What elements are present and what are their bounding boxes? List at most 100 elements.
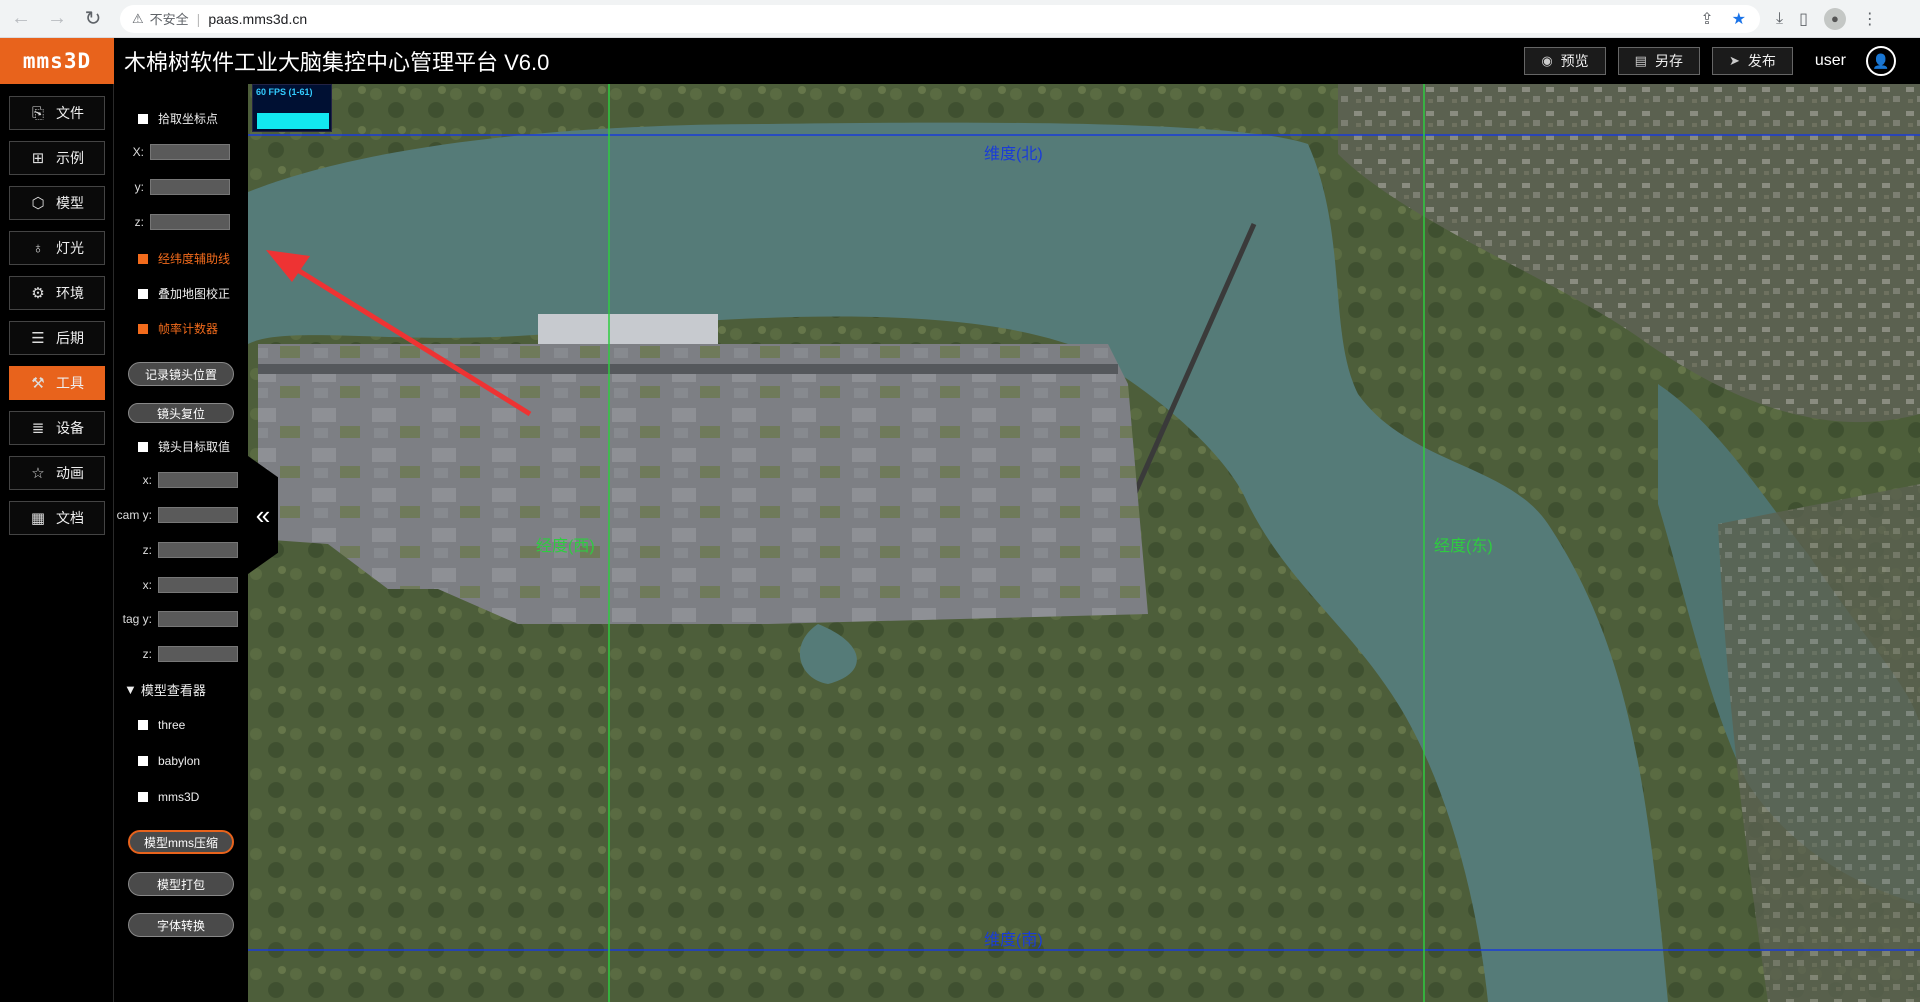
sidebar-item-examples[interactable]: ⊞ 示例 bbox=[9, 141, 105, 175]
pick-x-row: X: bbox=[130, 144, 230, 160]
latlng-guide-toggle[interactable]: 经纬度辅助线 bbox=[138, 250, 230, 267]
model-pack-button[interactable]: 模型打包 bbox=[128, 872, 234, 896]
eye-icon: ◉ bbox=[1541, 53, 1553, 68]
bookmark-star-icon[interactable]: ★ bbox=[1732, 9, 1746, 29]
preview-button[interactable]: ◉ 预览 bbox=[1524, 47, 1606, 75]
security-label: 不安全 bbox=[149, 12, 189, 27]
pick-z-row: z: bbox=[130, 214, 230, 230]
logo: mms3D bbox=[0, 38, 114, 84]
save-as-button[interactable]: ▤ 另存 bbox=[1617, 47, 1700, 75]
save-icon: ▤ bbox=[1634, 53, 1647, 68]
viewer-babylon-toggle[interactable]: babylon bbox=[138, 754, 200, 768]
profile-icon[interactable]: ● bbox=[1823, 7, 1846, 30]
checkbox[interactable] bbox=[138, 113, 148, 124]
menu-kebab-icon[interactable]: ⋮ bbox=[1862, 9, 1878, 29]
mms-compress-button[interactable]: 模型mms压缩 bbox=[128, 830, 234, 854]
sidebar-item-animation[interactable]: ☆ 动画 bbox=[9, 456, 105, 490]
send-icon: ➤ bbox=[1728, 53, 1740, 68]
sidebar-item-devices[interactable]: ≣ 设备 bbox=[9, 411, 105, 445]
sidebar-item-file[interactable]: ⎘ 文件 bbox=[9, 96, 105, 130]
tag-y-input[interactable] bbox=[158, 611, 238, 627]
star-icon: ☆ bbox=[31, 465, 45, 482]
tag-z-input[interactable] bbox=[158, 646, 238, 662]
dock-building bbox=[538, 314, 718, 344]
sidebar: ⎘ 文件 ⊞ 示例 ⬡ 模型 ♁ 灯光 ⚙ 环境 ☰ 后期 ⚒ 工具 ≣ 设备 ☆ 动画 ▦ 文档 bbox=[0, 84, 114, 1002]
tag-z-row: z: bbox=[114, 646, 238, 662]
double-chevron-left-icon: « bbox=[255, 499, 271, 530]
reset-camera-button[interactable]: 镜头复位 bbox=[128, 403, 234, 423]
tag-x-row: x: bbox=[114, 577, 238, 593]
tag-x-input[interactable] bbox=[158, 577, 238, 593]
checkbox[interactable] bbox=[138, 792, 148, 802]
pick-z-input[interactable] bbox=[150, 214, 230, 230]
fps-graph bbox=[257, 113, 329, 129]
cam-y-row: cam y: bbox=[114, 507, 238, 523]
cam-z-input[interactable] bbox=[158, 542, 238, 558]
url-text: paas.mms3d.cn bbox=[208, 10, 308, 27]
sidebar-item-tools[interactable]: ⚒ 工具 bbox=[9, 366, 105, 400]
layers-icon: ☰ bbox=[31, 330, 45, 347]
folder-icon: ⎘ bbox=[31, 104, 44, 122]
fps-text: 60 FPS (1-61) bbox=[256, 87, 313, 97]
cube-icon: ⬡ bbox=[31, 195, 45, 212]
satellite-map[interactable] bbox=[248, 84, 1920, 1002]
tool-panel: 拾取坐标点 X: y: z: 经纬度辅助线 叠加地图校正 帧率计数器 记录镜头位… bbox=[114, 84, 248, 1002]
model-viewer-section[interactable]: ▼ 模型查看器 bbox=[124, 680, 206, 699]
forward-icon[interactable]: → bbox=[42, 4, 72, 34]
tag-y-row: tag y: bbox=[114, 611, 238, 627]
checkbox[interactable] bbox=[138, 441, 148, 452]
sidebar-item-postprocess[interactable]: ☰ 后期 bbox=[9, 321, 105, 355]
user-avatar-icon[interactable]: 👤 bbox=[1866, 46, 1896, 76]
pick-x-input[interactable] bbox=[150, 144, 230, 160]
app-header: mms3D 木棉树软件工业大脑集控中心管理平台 V6.0 ◉ 预览 ▤ 另存 ➤ 发布… bbox=[0, 38, 1920, 84]
download-icon[interactable]: ⤓ bbox=[1776, 10, 1783, 28]
reload-icon[interactable]: ↻ bbox=[78, 4, 108, 34]
wrench-icon: ⚒ bbox=[31, 375, 45, 392]
cam-x-input[interactable] bbox=[158, 472, 238, 488]
pick-y-row: y: bbox=[130, 179, 230, 195]
record-camera-button[interactable]: 记录镜头位置 bbox=[128, 362, 234, 386]
sidebar-item-docs[interactable]: ▦ 文档 bbox=[9, 501, 105, 535]
pick-y-input[interactable] bbox=[150, 179, 230, 195]
camera-target-toggle[interactable]: 镜头目标取值 bbox=[138, 438, 230, 455]
pick-point-toggle[interactable]: 拾取坐标点 bbox=[138, 110, 218, 127]
lng-east-label: 经度(东) bbox=[1434, 538, 1493, 555]
lat-south-label: 维度(南) bbox=[984, 932, 1043, 949]
fps-counter: 60 FPS (1-61) bbox=[252, 84, 332, 132]
sidebar-item-light[interactable]: ♁ 灯光 bbox=[9, 231, 105, 265]
checkbox[interactable] bbox=[138, 720, 148, 730]
share-icon[interactable]: ⇪ bbox=[1700, 9, 1713, 29]
user-name[interactable]: user bbox=[1815, 52, 1846, 70]
checkbox[interactable] bbox=[138, 288, 148, 299]
factory-complex bbox=[258, 344, 1148, 624]
sidepanel-icon[interactable]: ▯ bbox=[1799, 9, 1808, 29]
sidebar-item-environment[interactable]: ⚙ 环境 bbox=[9, 276, 105, 310]
font-convert-button[interactable]: 字体转换 bbox=[128, 913, 234, 937]
warning-icon: ⚠ bbox=[132, 10, 144, 26]
cam-z-row: z: bbox=[114, 542, 238, 558]
document-icon: ▦ bbox=[30, 510, 46, 527]
back-icon[interactable]: ← bbox=[6, 4, 36, 34]
lng-west-label: 经度(西) bbox=[536, 538, 595, 555]
page-title: 木棉树软件工业大脑集控中心管理平台 V6.0 bbox=[124, 50, 550, 75]
browser-toolbar: ← → ↻ ⚠ 不安全 | paas.mms3d.cn ⇪ ★ ⤓ ▯ ● ⋮ bbox=[0, 0, 1920, 38]
map-overlay-toggle[interactable]: 叠加地图校正 bbox=[138, 285, 230, 302]
checkbox[interactable] bbox=[138, 756, 148, 766]
lat-north-label: 维度(北) bbox=[984, 146, 1043, 163]
gear-icon: ⚙ bbox=[31, 285, 45, 302]
publish-button[interactable]: ➤ 发布 bbox=[1711, 47, 1793, 75]
checkbox[interactable] bbox=[138, 253, 148, 264]
fps-counter-toggle[interactable]: 帧率计数器 bbox=[138, 320, 218, 337]
bulb-icon: ♁ bbox=[32, 239, 44, 257]
checkbox[interactable] bbox=[138, 323, 148, 334]
address-bar[interactable]: ⚠ 不安全 | paas.mms3d.cn ⇪ ★ bbox=[120, 4, 1760, 33]
list-icon: ≣ bbox=[31, 420, 45, 437]
cam-y-input[interactable] bbox=[158, 507, 238, 523]
sidebar-item-model[interactable]: ⬡ 模型 bbox=[9, 186, 105, 220]
viewer-three-toggle[interactable]: three bbox=[138, 718, 185, 732]
3d-viewport[interactable]: 60 FPS (1-61) 维度(北) 维度(南) 经度(西) 经度(东) « bbox=[248, 84, 1920, 1002]
triangle-down-icon: ▼ bbox=[124, 682, 137, 697]
grid-icon: ⊞ bbox=[31, 150, 45, 167]
cam-x-row: x: bbox=[114, 472, 238, 488]
viewer-mms3d-toggle[interactable]: mms3D bbox=[138, 790, 199, 804]
